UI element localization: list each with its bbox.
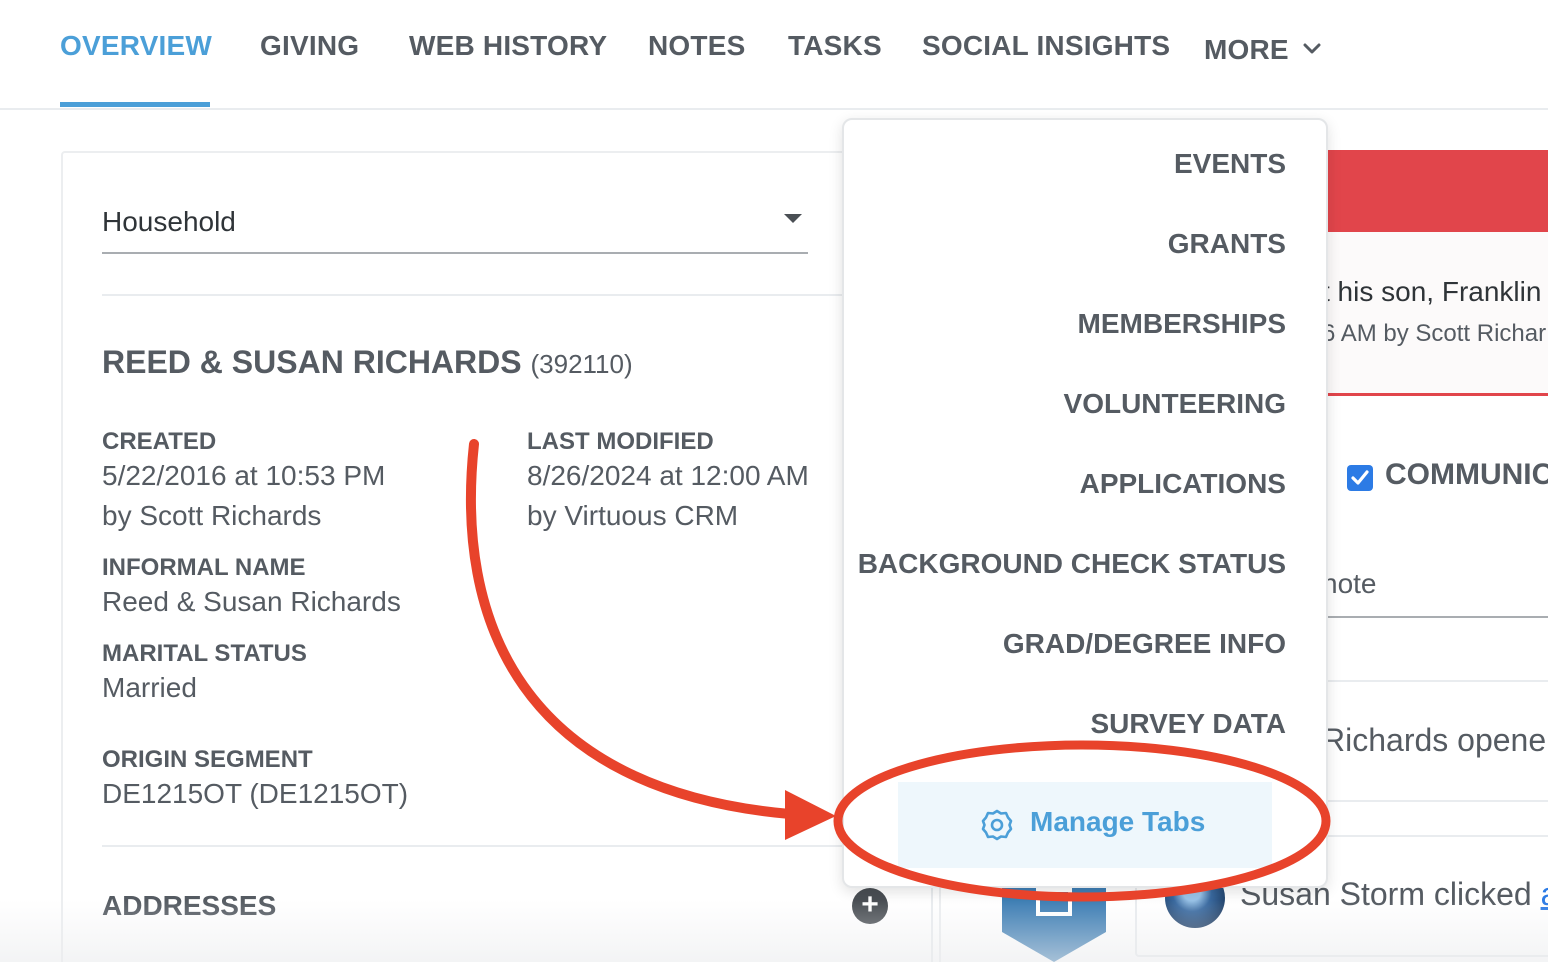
modified-by: by Virtuous CRM <box>527 500 739 531</box>
origin-segment-label: ORIGIN SEGMENT <box>102 746 313 773</box>
tab-notes[interactable]: NOTES <box>648 30 745 62</box>
gear-icon <box>980 808 1014 847</box>
more-menu: EVENTS GRANTS MEMBERSHIPS VOLUNTEERING A… <box>842 118 1328 888</box>
tab-more-label: MORE <box>1204 34 1289 65</box>
modified-value: 8/26/2024 at 12:00 AM <box>527 460 809 491</box>
origin-segment-value: DE1215OT (DE1215OT) <box>102 778 409 809</box>
addresses-heading: ADDRESSES <box>102 890 277 921</box>
feed-item-link[interactable]: a <box>1541 876 1548 912</box>
divider <box>931 880 933 962</box>
menu-item-volunteering[interactable]: VOLUNTEERING <box>1064 388 1286 420</box>
active-tab-indicator <box>60 102 210 107</box>
caret-down-icon <box>784 214 802 223</box>
communication-checkbox[interactable] <box>1347 465 1373 491</box>
divider <box>1300 800 1548 802</box>
record-name: REED & SUSAN RICHARDS <box>102 344 522 380</box>
pinned-note-text: t his son, Franklin <box>1322 276 1542 307</box>
communication-label: COMMUNIC <box>1385 458 1548 491</box>
menu-item-background-check-status[interactable]: BACKGROUND CHECK STATUS <box>858 548 1286 580</box>
tab-social-insights[interactable]: SOCIAL INSIGHTS <box>922 30 1170 62</box>
menu-item-events[interactable]: EVENTS <box>1174 148 1286 180</box>
modified-label: LAST MODIFIED <box>527 428 714 455</box>
tab-tasks[interactable]: TASKS <box>788 30 882 62</box>
record-id: (392110) <box>530 349 633 379</box>
pinned-note-card <box>1300 232 1548 396</box>
feed-item-text: Richards opene <box>1322 722 1547 758</box>
shield-badge-icon <box>1002 880 1106 962</box>
created-label: CREATED <box>102 428 217 455</box>
add-address-icon[interactable]: + <box>852 888 888 924</box>
note-input-placeholder: note <box>1322 568 1377 599</box>
created-by: by Scott Richards <box>102 500 322 531</box>
informal-name-label: INFORMAL NAME <box>102 554 306 581</box>
view-select[interactable]: Household <box>102 200 808 254</box>
pinned-note-meta: 6 AM by Scott Richar <box>1322 320 1547 347</box>
view-select-value: Household <box>102 206 236 237</box>
divider <box>102 845 862 847</box>
divider <box>102 294 862 296</box>
record-title: REED & SUSAN RICHARDS (392110) <box>102 344 633 381</box>
chevron-down-icon <box>1303 30 1321 62</box>
informal-name-value: Reed & Susan Richards <box>102 586 401 617</box>
tab-web-history[interactable]: WEB HISTORY <box>409 30 607 62</box>
menu-item-applications[interactable]: APPLICATIONS <box>1080 468 1286 500</box>
created-value: 5/22/2016 at 10:53 PM <box>102 460 386 491</box>
menu-item-grants[interactable]: GRANTS <box>1168 228 1286 260</box>
menu-item-grad-degree-info[interactable]: GRAD/DEGREE INFO <box>1003 628 1286 660</box>
divider <box>1300 680 1548 682</box>
manage-tabs-label: Manage Tabs <box>1030 806 1206 837</box>
tab-more[interactable]: MORE <box>1204 30 1321 66</box>
tab-overview[interactable]: OVERVIEW <box>60 30 212 62</box>
tab-giving[interactable]: GIVING <box>260 30 359 62</box>
menu-item-survey-data[interactable]: SURVEY DATA <box>1090 708 1286 740</box>
menu-item-memberships[interactable]: MEMBERSHIPS <box>1078 308 1286 340</box>
marital-status-value: Married <box>102 672 197 703</box>
marital-status-label: MARITAL STATUS <box>102 640 307 667</box>
manage-tabs-button[interactable]: Manage Tabs <box>898 782 1272 868</box>
alert-banner <box>1300 150 1548 232</box>
tab-bar: OVERVIEW GIVING WEB HISTORY NOTES TASKS … <box>0 0 1548 110</box>
